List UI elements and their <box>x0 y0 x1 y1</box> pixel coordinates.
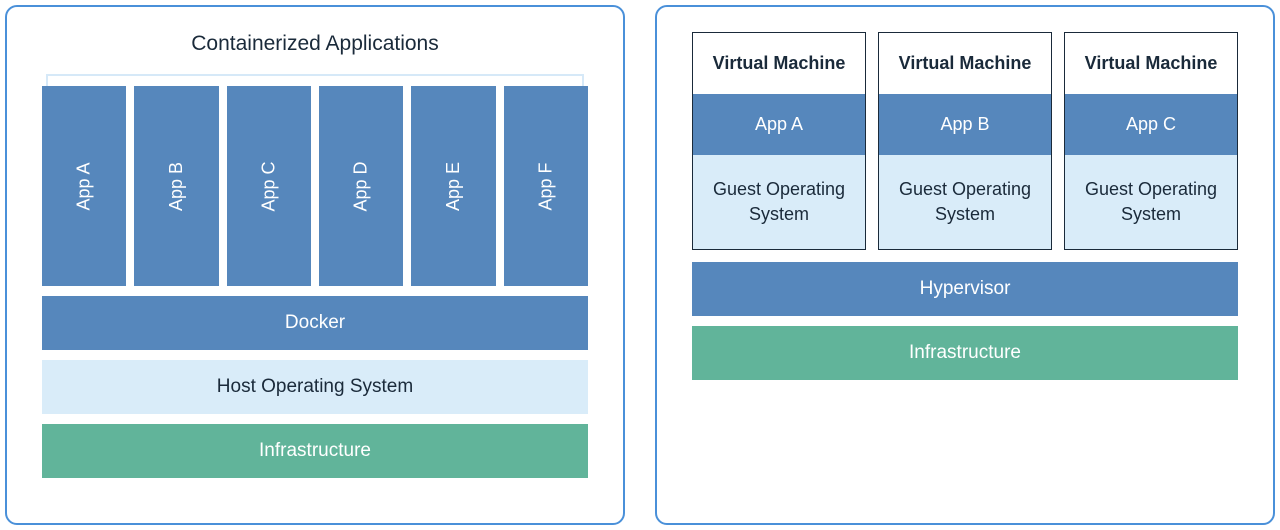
virtual-machine-c: Virtual Machine App C Guest Operating Sy… <box>1064 32 1238 250</box>
vm-title: Virtual Machine <box>879 33 1051 94</box>
container-app-b: App B <box>134 86 218 286</box>
container-apps-row: App A App B App C App D App E App F <box>42 86 588 286</box>
container-app-e: App E <box>411 86 495 286</box>
virtual-machine-b: Virtual Machine App B Guest Operating Sy… <box>878 32 1052 250</box>
container-architecture-panel: Containerized Applications App A App B A… <box>5 5 625 525</box>
bracket-decoration <box>46 74 584 86</box>
app-label: App A <box>74 162 95 210</box>
container-app-c: App C <box>227 86 311 286</box>
vm-guest-os: Guest Operating System <box>879 155 1051 249</box>
infrastructure-layer: Infrastructure <box>692 326 1238 380</box>
container-app-d: App D <box>319 86 403 286</box>
vm-app-label: App C <box>1065 94 1237 155</box>
app-label: App D <box>351 161 372 211</box>
container-app-f: App F <box>504 86 588 286</box>
vm-app-label: App B <box>879 94 1051 155</box>
app-label: App F <box>535 162 556 210</box>
vm-app-label: App A <box>693 94 865 155</box>
container-title: Containerized Applications <box>42 32 588 56</box>
virtual-machine-a: Virtual Machine App A Guest Operating Sy… <box>692 32 866 250</box>
app-label: App B <box>166 161 187 210</box>
vm-guest-os: Guest Operating System <box>1065 155 1237 249</box>
vm-architecture-panel: Virtual Machine App A Guest Operating Sy… <box>655 5 1275 525</box>
vm-title: Virtual Machine <box>693 33 865 94</box>
host-os-layer: Host Operating System <box>42 360 588 414</box>
container-app-a: App A <box>42 86 126 286</box>
hypervisor-layer: Hypervisor <box>692 262 1238 316</box>
infrastructure-layer: Infrastructure <box>42 424 588 478</box>
vm-row: Virtual Machine App A Guest Operating Sy… <box>692 32 1238 250</box>
docker-layer: Docker <box>42 296 588 350</box>
app-label: App C <box>258 161 279 211</box>
vm-title: Virtual Machine <box>1065 33 1237 94</box>
vm-guest-os: Guest Operating System <box>693 155 865 249</box>
app-label: App E <box>443 161 464 210</box>
